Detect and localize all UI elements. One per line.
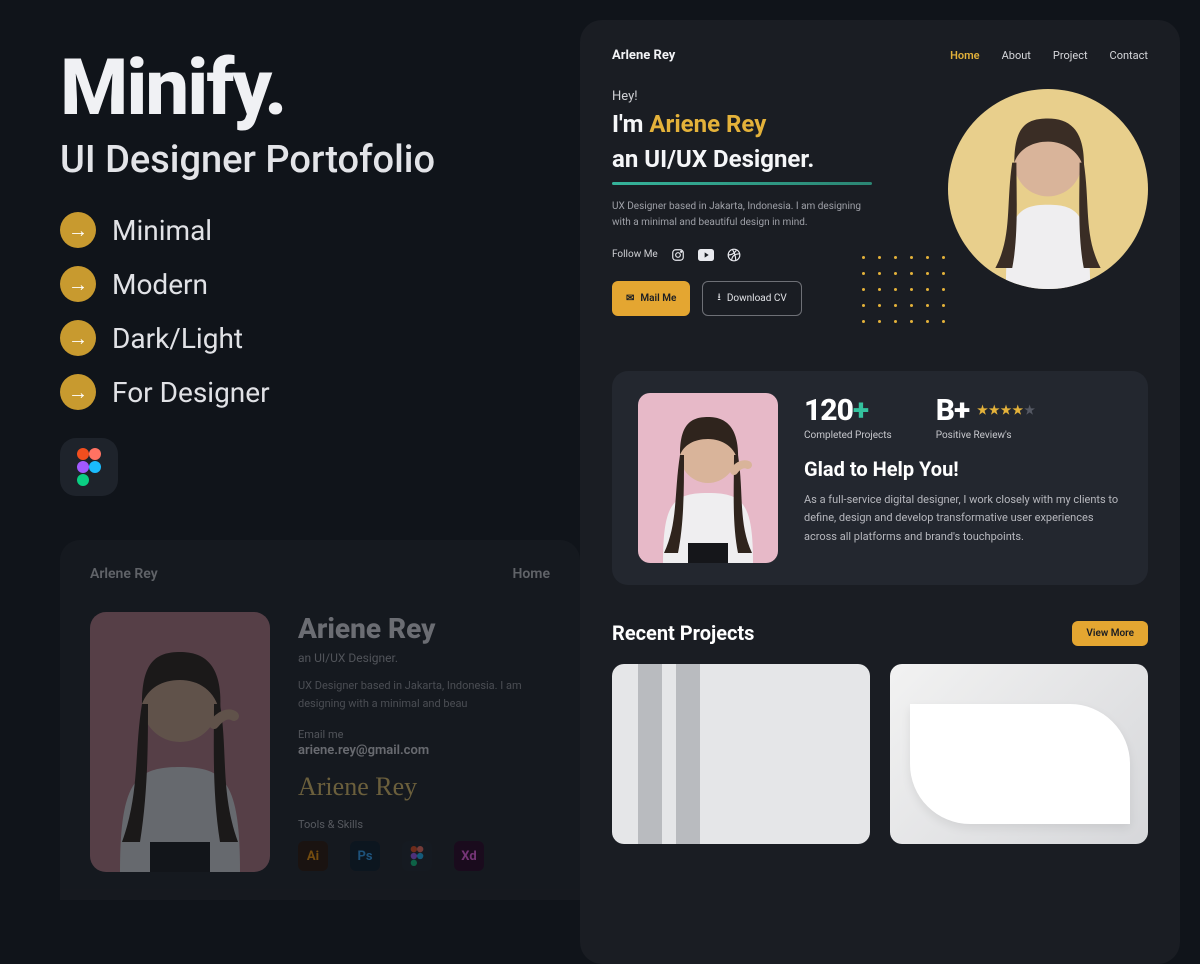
photoshop-icon: Ps	[350, 841, 380, 871]
portfolio-preview: Arlene Rey Home About Project Contact He…	[580, 20, 1180, 964]
download-cv-button[interactable]: ⭳ Download CV	[702, 281, 801, 316]
recent-projects-header: Recent Projects View More	[612, 621, 1148, 646]
mail-me-button[interactable]: ✉ Mail Me	[612, 281, 690, 316]
stat-projects: 120+ Completed Projects	[804, 393, 892, 441]
about-description: UX Designer based in Jakarta, Indonesia.…	[298, 677, 550, 712]
top-nav: Arlene Rey Home About Project Contact	[612, 48, 1148, 63]
tool-row: Ai Ps Xd	[298, 841, 550, 871]
projects-number: 120	[804, 393, 853, 428]
feature-label: Dark/Light	[112, 322, 243, 355]
signature: Ariene Rey	[298, 772, 550, 802]
arrow-right-icon: →	[60, 320, 96, 356]
about-text: Ariene Rey an UI/UX Designer. UX Designe…	[298, 612, 550, 872]
feature-item: → For Designer	[60, 374, 560, 410]
about-preview: Arlene Rey Home Ariene Rey an UI/UX Desi…	[60, 540, 580, 900]
avatar-circle	[948, 89, 1148, 289]
figma-icon	[402, 841, 432, 871]
about-role: an UI/UX Designer.	[298, 651, 550, 665]
person-illustration	[90, 612, 270, 872]
product-title: Minify.	[60, 50, 560, 128]
stat-rating: B+ ★★★★★ Positive Review's	[936, 393, 1036, 441]
stats-photo	[638, 393, 778, 563]
project-thumbnail[interactable]	[890, 664, 1148, 844]
feature-item: → Modern	[60, 266, 560, 302]
tools-label: Tools & Skills	[298, 818, 550, 831]
hero-name: Ariene Rey	[649, 110, 766, 138]
projects-label: Completed Projects	[804, 430, 892, 441]
stat-row: 120+ Completed Projects B+ ★★★★★ Positiv…	[804, 393, 1122, 441]
plus-icon: +	[853, 393, 868, 428]
glad-title: Glad to Help You!	[804, 457, 1122, 481]
feature-item: → Minimal	[60, 212, 560, 248]
illustrator-icon: Ai	[298, 841, 328, 871]
nav-link-home[interactable]: Home	[950, 49, 980, 62]
glad-description: As a full-service digital designer, I wo…	[804, 491, 1122, 547]
about-nav: Arlene Rey Home	[90, 566, 550, 582]
about-nav-home[interactable]: Home	[512, 566, 550, 582]
marketing-panel: Minify. UI Designer Portofolio → Minimal…	[60, 50, 560, 496]
hero-greeting: Hey!	[612, 89, 924, 104]
feature-list: → Minimal → Modern → Dark/Light → For De…	[60, 212, 560, 410]
hero-description: UX Designer based in Jakarta, Indonesia.…	[612, 199, 872, 231]
stats-text: 120+ Completed Projects B+ ★★★★★ Positiv…	[804, 393, 1122, 563]
hero-line-prefix: I'm	[612, 110, 649, 138]
figma-icon	[60, 438, 118, 496]
about-photo	[90, 612, 270, 872]
hero-photo	[948, 89, 1148, 289]
download-icon: ⭳	[717, 290, 721, 307]
about-body: Ariene Rey an UI/UX Designer. UX Designe…	[90, 612, 550, 872]
hero-line-1: I'm Ariene Rey	[612, 110, 924, 139]
mail-me-label: Mail Me	[640, 293, 676, 304]
dribbble-icon[interactable]	[726, 247, 742, 263]
youtube-icon[interactable]	[698, 247, 714, 263]
feature-label: For Designer	[112, 376, 270, 409]
stats-card: 120+ Completed Projects B+ ★★★★★ Positiv…	[612, 371, 1148, 585]
instagram-icon[interactable]	[670, 247, 686, 263]
arrow-right-icon: →	[60, 374, 96, 410]
feature-item: → Dark/Light	[60, 320, 560, 356]
person-illustration	[638, 393, 778, 563]
xd-icon: Xd	[454, 841, 484, 871]
nav-links: Home About Project Contact	[950, 49, 1148, 62]
project-thumbnail[interactable]	[612, 664, 870, 844]
nav-link-contact[interactable]: Contact	[1110, 49, 1148, 62]
nav-link-about[interactable]: About	[1002, 49, 1031, 62]
feature-label: Minimal	[112, 214, 212, 247]
rating-value: B+	[936, 393, 969, 428]
follow-label: Follow Me	[612, 249, 658, 260]
hero-underline	[612, 182, 872, 185]
about-email-label: Email me	[298, 728, 550, 741]
feature-label: Modern	[112, 268, 208, 301]
decorative-dots	[862, 256, 948, 326]
hero-line-2: an UI/UX Designer.	[612, 145, 924, 174]
arrow-right-icon: →	[60, 266, 96, 302]
rating-label: Positive Review's	[936, 430, 1036, 441]
about-name: Ariene Rey	[298, 612, 550, 645]
about-email[interactable]: ariene.rey@gmail.com	[298, 743, 550, 758]
view-more-button[interactable]: View More	[1072, 621, 1148, 646]
recent-projects-title: Recent Projects	[612, 621, 754, 645]
about-brand[interactable]: Arlene Rey	[90, 566, 158, 582]
mail-icon: ✉	[626, 293, 634, 304]
projects-count: 120+	[804, 393, 892, 428]
nav-link-project[interactable]: Project	[1053, 49, 1088, 62]
project-thumbnails	[612, 664, 1148, 844]
product-subtitle: UI Designer Portofolio	[60, 138, 560, 182]
rating-value-row: B+ ★★★★★	[936, 393, 1036, 428]
arrow-right-icon: →	[60, 212, 96, 248]
hero: Hey! I'm Ariene Rey an UI/UX Designer. U…	[612, 89, 1148, 316]
download-cv-label: Download CV	[727, 293, 787, 304]
brand[interactable]: Arlene Rey	[612, 48, 675, 63]
star-rating-icon: ★★★★★	[977, 403, 1036, 417]
person-illustration	[948, 89, 1148, 289]
